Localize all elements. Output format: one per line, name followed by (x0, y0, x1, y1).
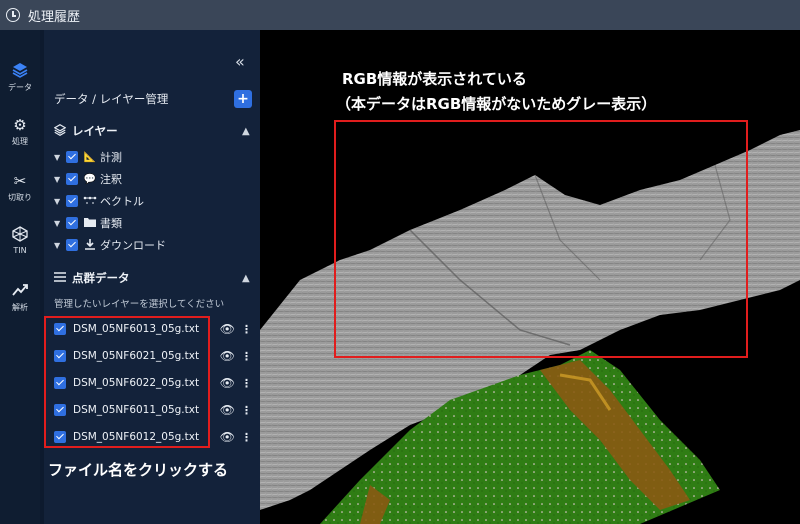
layer-item-download[interactable]: ▼ ダウンロード (54, 237, 166, 253)
click-hint-caption: ファイル名をクリックする (48, 461, 229, 479)
eye-icon[interactable]: 👁 (220, 349, 235, 363)
layers-section-header[interactable]: レイヤー (53, 123, 118, 139)
chevron-down-icon[interactable]: ▼ (54, 219, 66, 228)
layers-icon (0, 62, 40, 80)
rail-label-data: データ (8, 83, 32, 92)
rail-item-tin[interactable]: TIN (0, 226, 40, 255)
eye-icon[interactable]: 👁 (220, 376, 235, 390)
layers-section-title: レイヤー (72, 124, 118, 138)
panel-title: データ / レイヤー管理 (54, 92, 169, 106)
chart-icon (0, 282, 40, 300)
data-layer-panel: « データ / レイヤー管理 + レイヤー ▲ ▼ 📐 計測 ▼ 💬 注釈 ▼ … (44, 30, 260, 524)
layer-label-measure: 計測 (100, 151, 122, 164)
chevron-down-icon[interactable]: ▼ (54, 175, 66, 184)
title-bar: 処理履歴 (0, 0, 800, 30)
rail-label-analysis: 解析 (12, 303, 28, 312)
layer-label-vector: ベクトル (100, 195, 144, 208)
download-icon (83, 238, 97, 253)
eye-icon[interactable]: 👁 (220, 430, 235, 444)
add-button[interactable]: + (234, 90, 252, 108)
rgb-annotation-line1: RGB情報が表示されている (342, 70, 527, 88)
clock-icon (6, 8, 20, 22)
more-vert-icon[interactable]: ⋮ (241, 350, 252, 363)
rail-label-process: 処理 (12, 137, 28, 146)
list-icon (54, 271, 66, 285)
more-vert-icon[interactable]: ⋮ (241, 377, 252, 390)
eye-icon[interactable]: 👁 (220, 403, 235, 417)
more-vert-icon[interactable]: ⋮ (241, 431, 252, 444)
layer-label-comment: 注釈 (100, 173, 122, 186)
chevron-up-icon[interactable]: ▲ (242, 273, 250, 284)
more-vert-icon[interactable]: ⋮ (241, 404, 252, 417)
layers-section-icon (53, 123, 67, 139)
more-vert-icon[interactable]: ⋮ (241, 323, 252, 336)
scissors-icon: ✂ (13, 172, 27, 190)
chevron-down-icon[interactable]: ▼ (54, 197, 66, 206)
rail-item-data[interactable]: データ (0, 62, 40, 93)
rgb-annotation-line2: （本データはRGB情報がないためグレー表示） (336, 95, 657, 113)
pointcloud-section-header[interactable]: 点群データ (54, 270, 130, 286)
layer-checkbox-measure[interactable] (66, 151, 78, 163)
eye-icon[interactable]: 👁 (220, 322, 235, 336)
collapse-panel-button[interactable]: « (235, 52, 245, 71)
tin-icon (0, 226, 40, 244)
rgb-highlight (334, 120, 748, 358)
layer-label-documents: 書類 (100, 217, 122, 230)
layer-item-measure[interactable]: ▼ 📐 計測 (54, 149, 122, 165)
layer-item-comment[interactable]: ▼ 💬 注釈 (54, 171, 122, 187)
comment-icon: 💬 (83, 173, 97, 185)
layer-label-download: ダウンロード (100, 239, 166, 252)
chevron-up-icon[interactable]: ▲ (242, 126, 250, 137)
rail-item-cut[interactable]: ✂ 切取り (0, 172, 40, 203)
layer-checkbox-download[interactable] (66, 239, 78, 251)
file-list-highlight (44, 316, 210, 448)
window-title: 処理履歴 (28, 9, 81, 25)
layer-item-vector[interactable]: ▼ ベクトル (54, 193, 144, 209)
pointcloud-section-title: 点群データ (72, 271, 130, 285)
layer-checkbox-vector[interactable] (66, 195, 78, 207)
pointcloud-hint: 管理したいレイヤーを選択してください (54, 299, 225, 310)
layer-checkbox-comment[interactable] (66, 173, 78, 185)
3d-viewport[interactable]: RGB情報が表示されている （本データはRGB情報がないためグレー表示） (260, 30, 800, 524)
folder-icon (83, 217, 97, 230)
layer-checkbox-documents[interactable] (66, 217, 78, 229)
icon-rail: データ ⚙ 処理 ✂ 切取り TIN 解析 (0, 30, 40, 524)
rail-label-tin: TIN (13, 246, 27, 255)
rail-label-cut: 切取り (8, 193, 32, 202)
gears-icon: ⚙ (13, 116, 27, 134)
rail-item-process[interactable]: ⚙ 処理 (0, 116, 40, 147)
vector-icon (83, 195, 97, 208)
measure-icon: 📐 (83, 151, 97, 163)
layer-item-documents[interactable]: ▼ 書類 (54, 215, 122, 231)
rail-item-analysis[interactable]: 解析 (0, 282, 40, 313)
chevron-down-icon[interactable]: ▼ (54, 153, 66, 162)
chevron-down-icon[interactable]: ▼ (54, 241, 66, 250)
